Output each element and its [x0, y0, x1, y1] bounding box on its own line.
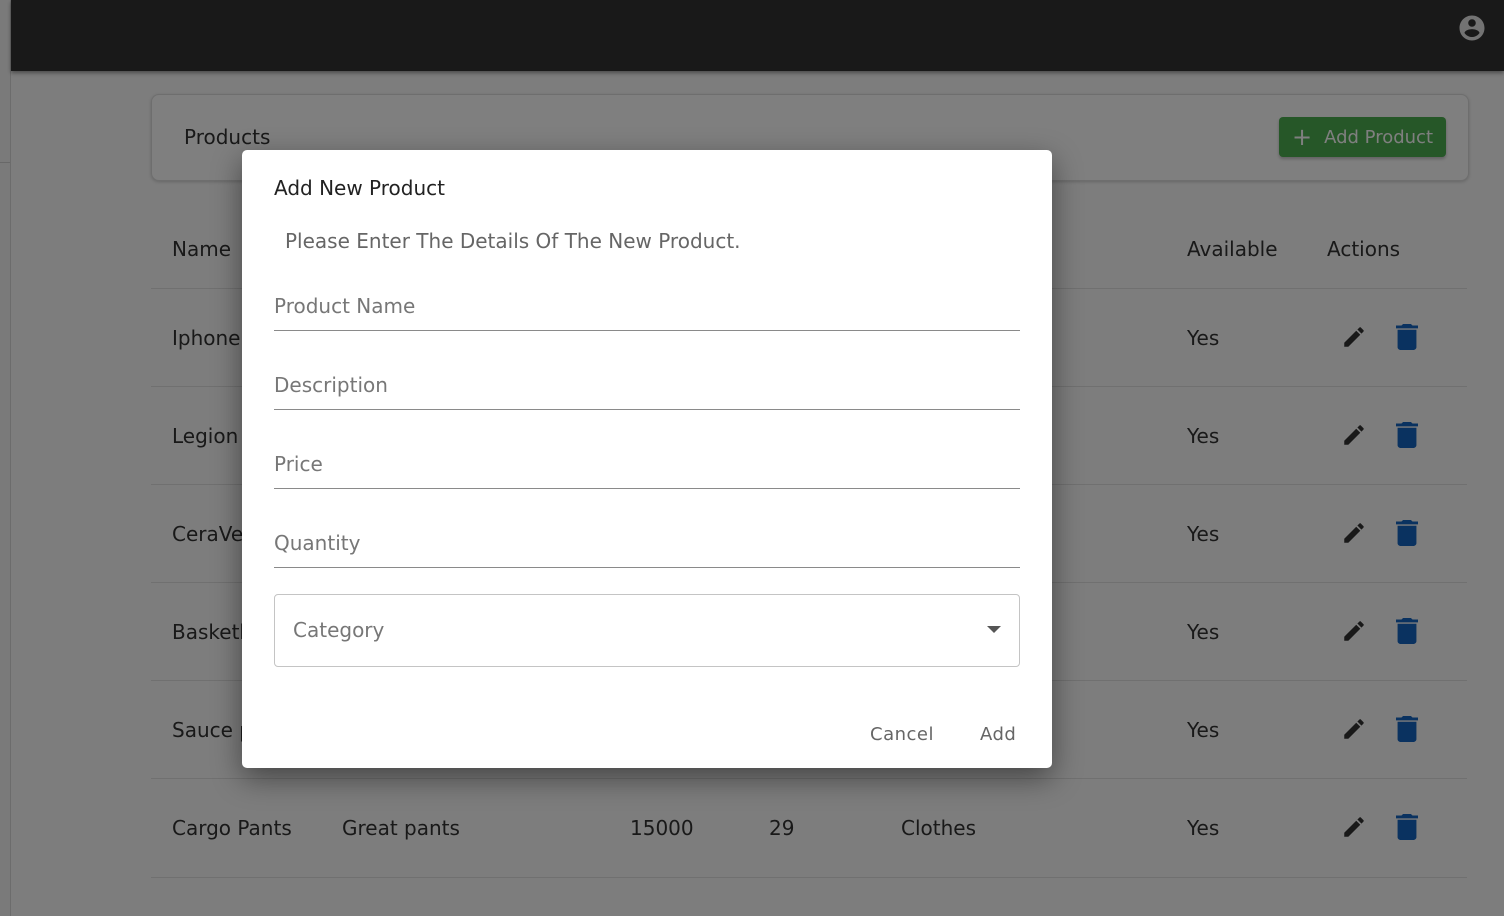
add-product-dialog: Add New Product Please Enter The Details… — [242, 150, 1052, 768]
price-input[interactable] — [274, 442, 1020, 486]
dialog-description: Please Enter The Details Of The New Prod… — [285, 229, 741, 253]
product-name-field — [274, 284, 1020, 331]
category-select-label: Category — [293, 618, 385, 642]
quantity-field — [274, 521, 1020, 568]
product-name-input[interactable] — [274, 284, 1020, 328]
quantity-input[interactable] — [274, 521, 1020, 565]
description-field — [274, 363, 1020, 410]
cancel-button[interactable]: Cancel — [870, 724, 934, 745]
arrow-drop-down-icon — [987, 626, 1001, 633]
dialog-title: Add New Product — [274, 176, 445, 200]
price-field — [274, 442, 1020, 489]
add-button[interactable]: Add — [980, 724, 1016, 745]
description-input[interactable] — [274, 363, 1020, 407]
category-select[interactable]: Category — [274, 594, 1020, 667]
